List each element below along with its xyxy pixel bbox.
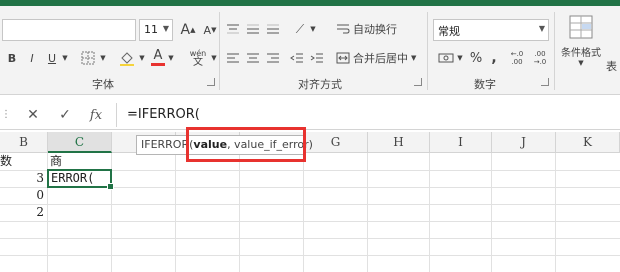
grid-line xyxy=(239,153,240,272)
ribbon-separator xyxy=(554,12,555,90)
cell-b2[interactable]: 3 xyxy=(0,170,44,187)
alignment-group-label: 对齐方式 xyxy=(298,78,342,91)
more-options-icon[interactable]: ⋮ xyxy=(1,105,11,125)
decrease-indent-icon[interactable] xyxy=(288,48,306,68)
cell-b4[interactable]: 2 xyxy=(0,204,44,221)
grow-font-button[interactable]: A ▲ xyxy=(178,19,198,41)
grid-line xyxy=(0,204,620,205)
active-cell-c2[interactable]: ERROR( xyxy=(47,169,114,190)
increase-indent-icon[interactable] xyxy=(308,48,326,68)
cell-c1[interactable]: 商 xyxy=(50,153,110,170)
grid-line xyxy=(555,153,556,272)
cell-b1[interactable]: 数 xyxy=(0,153,46,170)
font-color-dropdown-icon[interactable]: ▼ xyxy=(167,48,175,68)
ribbon: 11 ▼ A ▲ A ▼ B I U ▼ ▼ ▼ A ▼ wén 文 ▼ 字体 ⟋ … xyxy=(0,6,620,95)
comma-style-button[interactable]: , xyxy=(487,48,501,68)
font-size-value: 11 xyxy=(144,23,158,36)
font-name-dropdown[interactable] xyxy=(2,19,136,41)
grid-line xyxy=(175,153,176,272)
orientation-icon[interactable]: ⟋ xyxy=(290,19,310,39)
cell-c2-value: ERROR( xyxy=(51,171,95,185)
fill-dropdown-icon[interactable]: ▼ xyxy=(138,48,146,68)
border-icon[interactable] xyxy=(78,48,98,68)
top-align-icon[interactable] xyxy=(224,19,242,39)
ribbon-separator xyxy=(427,12,428,90)
shrink-font-button[interactable]: A ▼ xyxy=(200,19,220,41)
grid-line xyxy=(491,153,492,272)
font-size-dropdown[interactable]: 11 ▼ xyxy=(139,19,173,41)
wrap-text-button[interactable]: 自动换行 xyxy=(336,19,406,39)
merge-center-button[interactable]: 合并后居中 ▼ xyxy=(336,48,422,68)
column-header-j[interactable]: J xyxy=(492,132,556,153)
percent-style-button[interactable]: % xyxy=(468,48,484,68)
font-dialog-launcher-icon[interactable] xyxy=(207,78,215,86)
column-header-c[interactable]: C xyxy=(48,132,112,153)
align-left-icon[interactable] xyxy=(224,48,242,68)
column-header-h[interactable]: H xyxy=(368,132,430,153)
insert-function-icon[interactable]: fx xyxy=(86,105,106,125)
ribbon-separator xyxy=(219,12,220,90)
increase-decimal-icon[interactable]: ←.0 .00 xyxy=(507,48,527,68)
accounting-format-icon[interactable] xyxy=(436,48,456,68)
conditional-format-button[interactable]: 条件格式 ▼ xyxy=(558,14,604,76)
number-dialog-launcher-icon[interactable] xyxy=(541,78,549,86)
enter-icon[interactable]: ✓ xyxy=(56,105,74,125)
phonetic-dropdown-icon[interactable]: ▼ xyxy=(210,48,218,68)
table-format-label[interactable]: 表 xyxy=(606,58,617,74)
grid-line xyxy=(0,221,620,222)
phonetic-guide-icon[interactable]: wén 文 xyxy=(186,46,210,70)
align-right-icon[interactable] xyxy=(264,48,282,68)
align-center-icon[interactable] xyxy=(244,48,262,68)
cell-b3[interactable]: 0 xyxy=(0,187,44,204)
font-group-label: 字体 xyxy=(92,78,114,91)
annotation-highlight-box xyxy=(186,127,306,162)
grid-line xyxy=(0,255,620,256)
grid-line xyxy=(303,153,304,272)
column-header-b[interactable]: B xyxy=(0,132,48,153)
bold-button[interactable]: B xyxy=(3,48,21,68)
orientation-dropdown-icon[interactable]: ▼ xyxy=(309,19,317,39)
chevron-down-icon: ▼ xyxy=(538,24,545,33)
number-format-dropdown[interactable]: 常规 ▼ xyxy=(433,19,549,41)
grid-line xyxy=(429,153,430,272)
fill-color-icon[interactable] xyxy=(116,48,138,68)
chevron-down-icon: ▼ xyxy=(411,54,417,62)
font-color-icon[interactable]: A xyxy=(150,46,166,68)
column-header-k[interactable]: K xyxy=(556,132,620,153)
chevron-down-icon: ▼ xyxy=(162,24,169,33)
underline-button[interactable]: U xyxy=(43,48,61,68)
border-dropdown-icon[interactable]: ▼ xyxy=(98,48,108,68)
underline-dropdown-icon[interactable]: ▼ xyxy=(60,48,70,68)
chevron-down-icon: ▼ xyxy=(578,59,584,67)
formula-bar: ⋮ ✕ ✓ fx =IFERROR( xyxy=(0,101,620,130)
column-header-g[interactable]: G xyxy=(304,132,368,153)
fill-handle[interactable] xyxy=(107,183,114,190)
column-header-i[interactable]: I xyxy=(430,132,492,153)
grid-line xyxy=(0,238,620,239)
bottom-align-icon[interactable] xyxy=(264,19,282,39)
middle-align-icon[interactable] xyxy=(244,19,262,39)
cancel-icon[interactable]: ✕ xyxy=(24,105,42,125)
decrease-decimal-icon[interactable]: .00 →.0 xyxy=(530,48,550,68)
alignment-dialog-launcher-icon[interactable] xyxy=(414,78,422,86)
number-group-label: 数字 xyxy=(474,78,496,91)
grid-line xyxy=(367,153,368,272)
italic-button[interactable]: I xyxy=(23,48,41,68)
formula-input[interactable]: =IFERROR( xyxy=(116,103,620,127)
accounting-dropdown-icon[interactable]: ▼ xyxy=(456,48,464,68)
